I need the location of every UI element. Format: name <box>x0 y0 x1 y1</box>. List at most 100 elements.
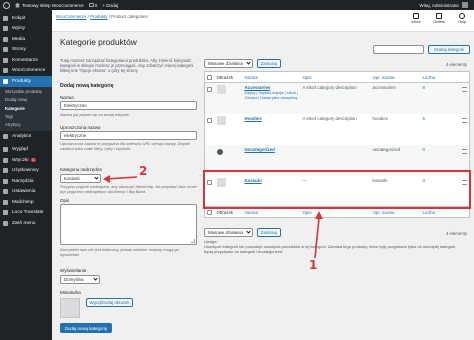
arrowhead-icon <box>103 175 110 183</box>
sidebar-item-media[interactable]: Media <box>0 34 52 45</box>
bulk-actions-select-bottom[interactable]: Masowe działania <box>204 228 253 237</box>
produkty-submenu: Wszystkie produkty Dodaj nowy Kategorie … <box>0 86 52 131</box>
sidebar-item-woocommerce[interactable]: WooCommerce <box>0 66 52 77</box>
sidebar-item-kokpit[interactable]: Kokpit <box>0 13 52 24</box>
sidebar-item-strony[interactable]: Strony <box>0 45 52 56</box>
name-label: Nazwa <box>60 95 74 100</box>
breadcrumb-woocommerce[interactable]: WooCommerce <box>56 14 86 19</box>
thumbnail-label: Miniaturka <box>60 290 81 295</box>
row-count-cell: 8 <box>421 83 470 114</box>
sidebar-item-analytics[interactable]: Analytics <box>0 131 52 142</box>
row-description: A short category description <box>302 115 357 121</box>
row-actions[interactable]: Edytuj | Szybka edycja | Usuń | Zobacz |… <box>245 90 299 101</box>
row-image-cell <box>215 83 243 114</box>
sidebar-item-produkty[interactable]: Produkty <box>0 76 52 87</box>
display-type-select[interactable]: Domyślna <box>60 275 100 284</box>
site-name-link[interactable]: Testowy sklep WooCommerce <box>15 2 84 8</box>
sidebar-item-wyglad[interactable]: Wygląd <box>0 144 52 155</box>
category-name-link[interactable]: Hoodies <box>245 116 299 121</box>
column-name[interactable]: Nazwa <box>242 71 301 83</box>
sidebar-item-collapse[interactable]: Zwiń menu <box>0 218 52 229</box>
submenu-kategorie[interactable]: Kategorie <box>0 104 52 112</box>
comments-link[interactable]: 0 <box>88 3 97 8</box>
select-all-checkbox[interactable] <box>207 75 212 80</box>
search-categories-button[interactable]: Szukaj kategorii <box>428 45 470 54</box>
row-count-cell: 5 <box>421 114 470 145</box>
select-all-checkbox[interactable] <box>207 210 212 215</box>
table-row: Hoodies A short category description hoo… <box>205 114 470 145</box>
description-help: Domyślnie opis nie jest widoczny, jednak… <box>60 247 179 257</box>
category-name-link[interactable]: Uncategorized <box>245 147 299 152</box>
sidebar-item-uzytkownicy[interactable]: Użytkownicy <box>0 165 52 176</box>
drag-handle-icon[interactable] <box>462 148 467 154</box>
chevron-down-icon <box>93 276 98 281</box>
submenu-wszystkie-produkty[interactable]: Wszystkie produkty <box>0 88 52 96</box>
display-type-value: Domyślna <box>64 277 84 282</box>
slug-help: Uproszczona nazwa to przyjazna dla adres… <box>60 141 190 151</box>
pin-icon <box>3 26 8 32</box>
admin-bar: Testowy sklep WooCommerce 0 + Dodaj Wita… <box>0 0 474 10</box>
help-button[interactable]: Help <box>454 13 470 24</box>
drag-handle-icon[interactable] <box>462 87 467 92</box>
breadcrumb-separator: / <box>87 14 89 19</box>
parent-category-help: Przypisz pojęcie nadrzędne, aby utworzyć… <box>60 184 197 194</box>
submenu-dodaj-nowy[interactable]: Dodaj nowy <box>0 96 52 104</box>
default-category-icon <box>216 148 223 155</box>
apply-bulk-button-bottom[interactable]: Zastosuj <box>257 228 281 237</box>
sidebar-item-narzedzia[interactable]: Narzędzia <box>0 176 52 187</box>
sidebar-item-wtyczki[interactable]: Wtyczki 1 <box>0 155 52 166</box>
mail-icon <box>3 199 8 205</box>
items-count-bottom: 4 elementy <box>445 231 467 236</box>
submenu-tagi[interactable]: Tagi <box>0 112 52 120</box>
apply-bulk-button[interactable]: Zastosuj <box>257 59 281 68</box>
add-category-submit-button[interactable]: Dodaj nową kategorię <box>60 323 112 333</box>
sidebar-item-komentarze[interactable]: Komentarze <box>0 55 52 66</box>
column-description[interactable]: Opis <box>300 71 371 83</box>
upload-image-button[interactable]: Wgraj/Dodaj obrazek <box>86 298 133 307</box>
new-content-link[interactable]: + Dodaj <box>102 3 118 8</box>
orders-icon <box>436 13 442 19</box>
row-checkbox[interactable] <box>207 87 212 92</box>
admin-sidebar: Kokpit Wpisy Media Strony Komentarze Woo… <box>0 10 52 340</box>
bulk-actions-value: Masowe działania <box>208 230 243 235</box>
comment-icon <box>3 57 8 63</box>
translate-icon <box>3 210 8 216</box>
new-category-highlight-box <box>203 170 471 209</box>
orders-button[interactable]: Orders <box>431 13 447 24</box>
thumbnail-placeholder <box>60 298 80 318</box>
sidebar-item-ustawienia[interactable]: Ustawienia <box>0 186 52 197</box>
parent-category-select[interactable]: Kosiarki <box>60 174 101 183</box>
submenu-atrybuty[interactable]: Atrybuty <box>0 121 52 129</box>
row-count-link[interactable]: 0 <box>423 147 425 152</box>
description-textarea[interactable] <box>60 204 197 245</box>
slug-field[interactable]: elektryczne <box>60 131 197 140</box>
row-checkbox[interactable] <box>207 117 212 123</box>
name-field[interactable]: Elektryczne <box>60 101 197 110</box>
sidebar-item-loco-translate[interactable]: Loco Translate <box>0 207 52 218</box>
row-count-link[interactable]: 5 <box>423 116 425 121</box>
parent-category-label: Kategoria nadrzędna <box>60 167 102 172</box>
wordpress-logo-icon[interactable] <box>3 1 10 9</box>
deletion-note: Uwaga: Usunięcie kategorii nie powoduje … <box>204 239 466 255</box>
sidebar-item-wpisy[interactable]: Wpisy <box>0 24 52 35</box>
row-slug: hoodies <box>372 115 388 121</box>
category-image <box>216 115 226 125</box>
row-checkbox-cell <box>205 114 215 145</box>
sidebar-item-mailchimp[interactable]: Mailchimp <box>0 197 52 208</box>
inbox-button[interactable]: Inbox <box>408 13 424 24</box>
woo-icon <box>3 68 8 74</box>
column-slug[interactable]: Upr. nazwa <box>370 71 421 83</box>
account-menu[interactable]: Witaj, Administrator <box>419 0 468 10</box>
resize-handle-icon[interactable] <box>191 239 195 243</box>
annotation-number-1: 1 <box>309 258 318 272</box>
breadcrumb-produkty[interactable]: Produkty <box>90 14 107 19</box>
row-count-link[interactable]: 8 <box>423 85 425 90</box>
breadcrumb-separator: / <box>108 14 110 19</box>
column-count[interactable]: Liczba <box>420 71 470 83</box>
chart-icon <box>3 133 8 139</box>
search-input[interactable] <box>373 45 424 54</box>
bulk-actions-select[interactable]: Masowe działania <box>204 59 253 68</box>
avatar <box>462 2 468 8</box>
brush-icon <box>3 147 8 153</box>
drag-handle-icon[interactable] <box>462 117 467 123</box>
